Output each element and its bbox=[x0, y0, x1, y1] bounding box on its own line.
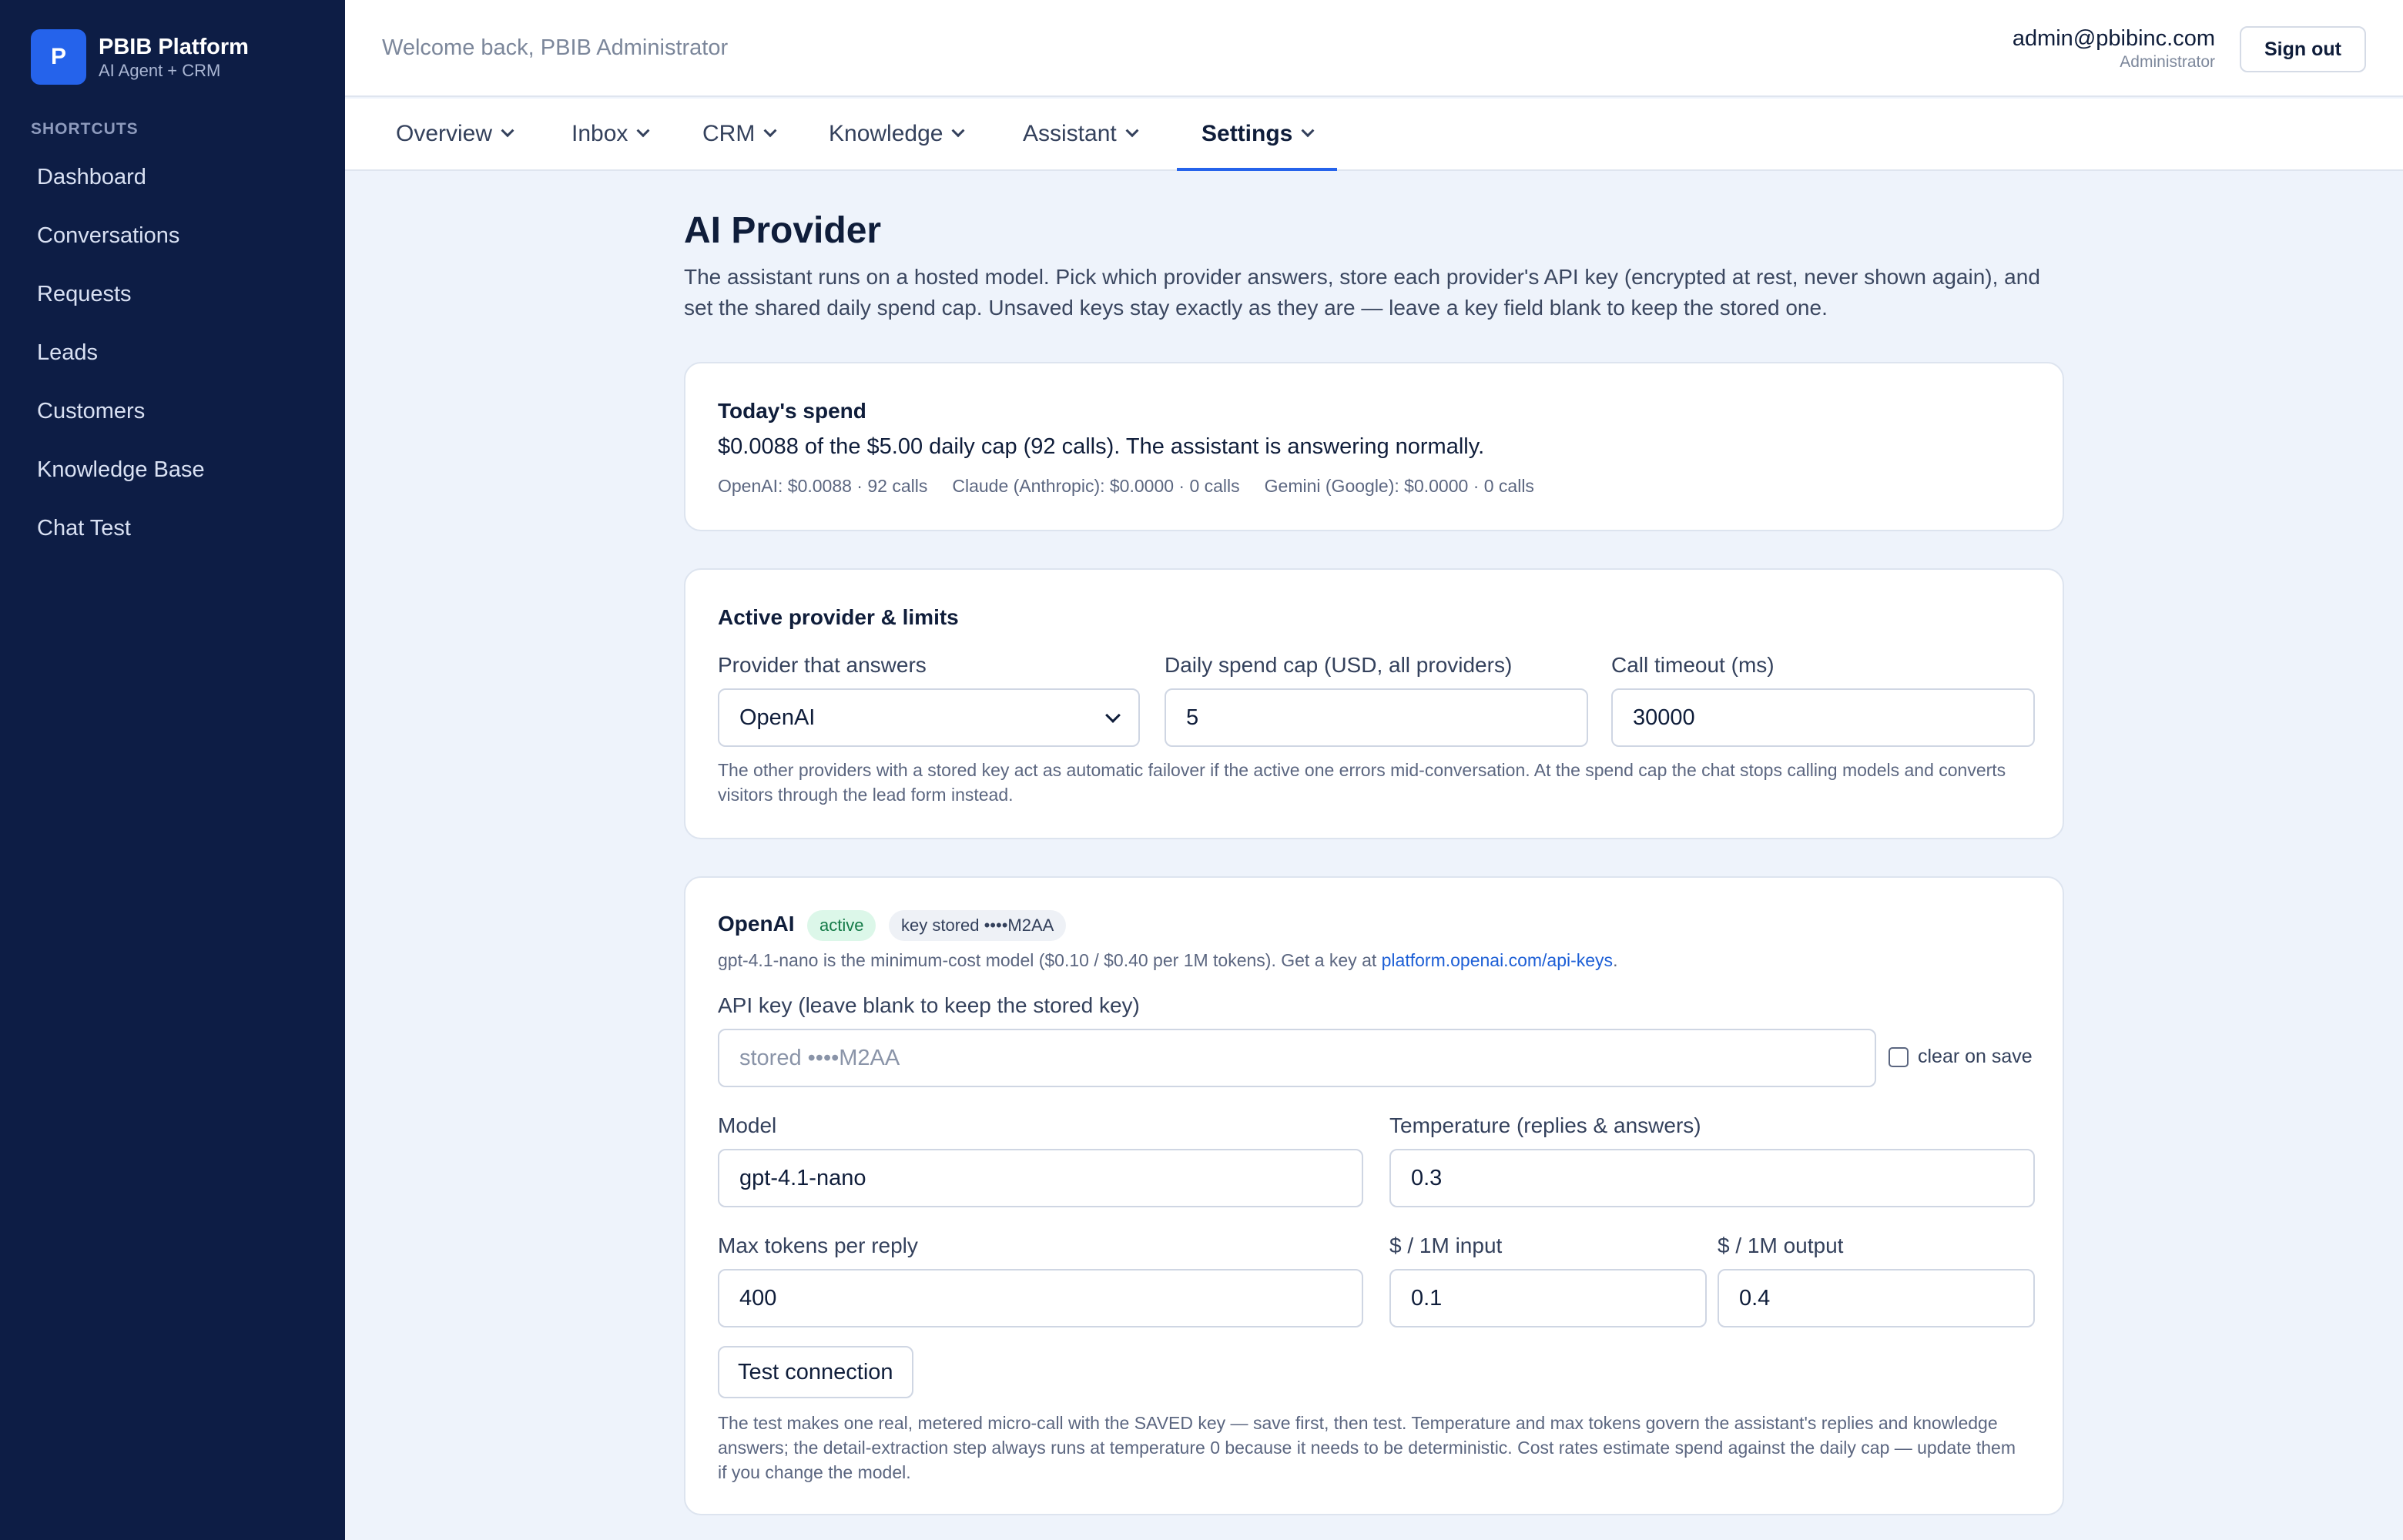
chevron-down-icon bbox=[1301, 124, 1315, 138]
chevron-down-icon bbox=[951, 124, 965, 138]
tab-overview[interactable]: Overview bbox=[396, 99, 514, 169]
topbar: Welcome back, PBIB Administrator admin@p… bbox=[345, 0, 2403, 97]
spend-breakdown: OpenAI: $0.0088 · 92 calls Claude (Anthro… bbox=[718, 476, 1534, 497]
user-info: admin@pbibinc.com Administrator bbox=[2013, 25, 2215, 72]
chevron-down-icon bbox=[636, 124, 650, 138]
page-title: AI Provider bbox=[684, 210, 882, 251]
key-stored-badge: key stored ••••M2AA bbox=[889, 910, 1067, 941]
tab-inbox[interactable]: Inbox bbox=[571, 99, 650, 169]
provider-label: Provider that answers bbox=[718, 653, 927, 677]
model-label: Model bbox=[718, 1113, 777, 1137]
provider-description: gpt-4.1-nano is the minimum-cost model (… bbox=[718, 950, 1617, 971]
tab-label: CRM bbox=[702, 121, 756, 146]
chevron-down-icon bbox=[501, 124, 514, 138]
spend-summary: $0.0088 of the $5.00 daily cap (92 calls… bbox=[718, 434, 1485, 459]
limits-title: Active provider & limits bbox=[718, 605, 959, 629]
spend-card: Today's spend $0.0088 of the $5.00 daily… bbox=[684, 362, 2064, 531]
welcome-message: Welcome back, PBIB Administrator bbox=[382, 35, 729, 60]
tab-label: Inbox bbox=[571, 121, 628, 146]
brand[interactable]: P PBIB Platform AI Agent + CRM bbox=[31, 29, 249, 85]
daily-cap-input[interactable]: 5 bbox=[1165, 688, 1588, 747]
provider-description-text: gpt-4.1-nano is the minimum-cost model (… bbox=[718, 950, 1382, 970]
sidebar-item-conversations[interactable]: Conversations bbox=[0, 206, 345, 265]
active-badge: active bbox=[807, 910, 876, 941]
tab-label: Settings bbox=[1202, 121, 1293, 146]
tab-settings[interactable]: Settings bbox=[1176, 99, 1338, 171]
limits-card: Active provider & limits Provider that a… bbox=[684, 568, 2064, 839]
tab-label: Overview bbox=[396, 121, 493, 146]
chevron-down-icon bbox=[763, 124, 777, 138]
api-keys-link[interactable]: platform.openai.com/api-keys bbox=[1382, 950, 1613, 970]
openai-card: OpenAI active key stored ••••M2AA gpt-4.… bbox=[684, 876, 2064, 1515]
clear-on-save-label: clear on save bbox=[1918, 1046, 2033, 1067]
api-key-label: API key (leave blank to keep the stored … bbox=[718, 993, 1140, 1017]
user-email: admin@pbibinc.com bbox=[2012, 26, 2215, 51]
sidebar-item-chat-test[interactable]: Chat Test bbox=[0, 499, 345, 557]
spend-title: Today's spend bbox=[718, 399, 866, 423]
provider-select[interactable]: OpenAI bbox=[718, 688, 1140, 747]
user-role: Administrator bbox=[2120, 53, 2215, 71]
test-connection-button[interactable]: Test connection bbox=[718, 1346, 913, 1398]
main-tabs: Overview Inbox CRM Knowledge Assistant S… bbox=[345, 99, 2403, 171]
brand-subtitle: AI Agent + CRM bbox=[99, 61, 221, 80]
spend-claude: Claude (Anthropic): $0.0000 · 0 calls bbox=[952, 476, 1240, 496]
max-tokens-label: Max tokens per reply bbox=[718, 1234, 918, 1257]
tab-assistant[interactable]: Assistant bbox=[1023, 99, 1139, 169]
input-cost-label: $ / 1M input bbox=[1389, 1234, 1503, 1257]
input-cost-input[interactable]: 0.1 bbox=[1389, 1269, 1707, 1327]
api-key-input[interactable]: stored ••••M2AA bbox=[718, 1029, 1876, 1087]
sidebar-item-customers[interactable]: Customers bbox=[0, 382, 345, 440]
chevron-down-icon bbox=[1105, 708, 1121, 723]
provider-name: OpenAI bbox=[718, 912, 795, 936]
sidebar-item-requests[interactable]: Requests bbox=[0, 265, 345, 323]
temperature-label: Temperature (replies & answers) bbox=[1389, 1113, 1701, 1137]
provider-select-value: OpenAI bbox=[739, 705, 816, 730]
timeout-label: Call timeout (ms) bbox=[1611, 653, 1775, 677]
page-header: AI Provider The assistant runs on a host… bbox=[684, 208, 2064, 323]
sidebar-item-knowledge-base[interactable]: Knowledge Base bbox=[0, 440, 345, 499]
output-cost-label: $ / 1M output bbox=[1718, 1234, 1844, 1257]
sign-out-button[interactable]: Sign out bbox=[2240, 26, 2366, 72]
tab-crm[interactable]: CRM bbox=[702, 99, 777, 169]
cap-label: Daily spend cap (USD, all providers) bbox=[1165, 653, 1513, 677]
test-footnote: The test makes one real, metered micro-c… bbox=[718, 1413, 2016, 1482]
sidebar: P PBIB Platform AI Agent + CRM SHORTCUTS… bbox=[0, 0, 345, 1540]
max-tokens-input[interactable]: 400 bbox=[718, 1269, 1363, 1327]
limits-note: The other providers with a stored key ac… bbox=[718, 760, 2006, 805]
sidebar-nav: Dashboard Conversations Requests Leads C… bbox=[0, 148, 345, 557]
temperature-input[interactable]: 0.3 bbox=[1389, 1149, 2035, 1207]
shortcuts-label: SHORTCUTS bbox=[31, 120, 139, 138]
clear-on-save-checkbox[interactable] bbox=[1889, 1047, 1909, 1067]
tab-label: Knowledge bbox=[829, 121, 943, 146]
sidebar-item-leads[interactable]: Leads bbox=[0, 323, 345, 382]
timeout-input[interactable]: 30000 bbox=[1611, 688, 2035, 747]
tab-label: Assistant bbox=[1023, 121, 1117, 146]
provider-description-end: . bbox=[1613, 950, 1618, 970]
brand-name: PBIB Platform bbox=[99, 35, 249, 59]
tab-knowledge[interactable]: Knowledge bbox=[829, 99, 965, 169]
page-description: The assistant runs on a hosted model. Pi… bbox=[684, 265, 2040, 320]
brand-logo: P bbox=[31, 29, 86, 85]
output-cost-input[interactable]: 0.4 bbox=[1718, 1269, 2035, 1327]
chevron-down-icon bbox=[1125, 124, 1139, 138]
model-input[interactable]: gpt-4.1-nano bbox=[718, 1149, 1363, 1207]
spend-gemini: Gemini (Google): $0.0000 · 0 calls bbox=[1264, 476, 1534, 496]
sidebar-item-dashboard[interactable]: Dashboard bbox=[0, 148, 345, 206]
spend-openai: OpenAI: $0.0088 · 92 calls bbox=[718, 476, 928, 496]
